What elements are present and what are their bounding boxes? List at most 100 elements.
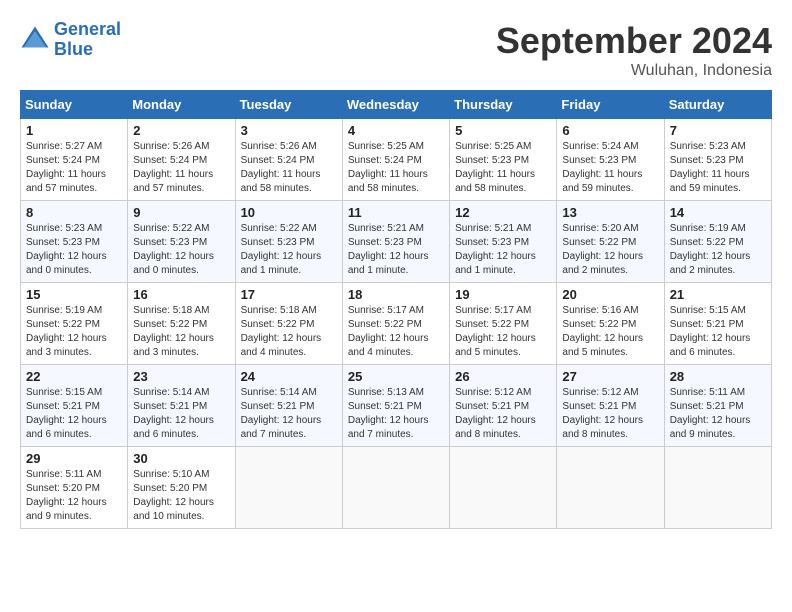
day-cell-14: 14 Sunrise: 5:19 AM Sunset: 5:22 PM Dayl… xyxy=(664,201,771,283)
day-info: Sunrise: 5:15 AM Sunset: 5:21 PM Dayligh… xyxy=(670,304,766,360)
col-wednesday: Wednesday xyxy=(342,91,449,119)
day-number: 8 xyxy=(26,205,122,220)
day-number: 4 xyxy=(348,123,444,138)
day-cell-7: 7 Sunrise: 5:23 AM Sunset: 5:23 PM Dayli… xyxy=(664,119,771,201)
day-cell-18: 18 Sunrise: 5:17 AM Sunset: 5:22 PM Dayl… xyxy=(342,283,449,365)
day-cell-19: 19 Sunrise: 5:17 AM Sunset: 5:22 PM Dayl… xyxy=(450,283,557,365)
day-number: 10 xyxy=(241,205,337,220)
day-number: 14 xyxy=(670,205,766,220)
empty-cell xyxy=(557,447,664,529)
col-monday: Monday xyxy=(128,91,235,119)
day-cell-2: 2 Sunrise: 5:26 AM Sunset: 5:24 PM Dayli… xyxy=(128,119,235,201)
day-number: 17 xyxy=(241,287,337,302)
day-number: 21 xyxy=(670,287,766,302)
day-number: 27 xyxy=(562,369,658,384)
header: General Blue September 2024 Wuluhan, Ind… xyxy=(20,20,772,80)
day-info: Sunrise: 5:10 AM Sunset: 5:20 PM Dayligh… xyxy=(133,468,229,524)
day-cell-6: 6 Sunrise: 5:24 AM Sunset: 5:23 PM Dayli… xyxy=(557,119,664,201)
day-number: 5 xyxy=(455,123,551,138)
day-cell-11: 11 Sunrise: 5:21 AM Sunset: 5:23 PM Dayl… xyxy=(342,201,449,283)
day-number: 2 xyxy=(133,123,229,138)
day-cell-30: 30 Sunrise: 5:10 AM Sunset: 5:20 PM Dayl… xyxy=(128,447,235,529)
day-cell-4: 4 Sunrise: 5:25 AM Sunset: 5:24 PM Dayli… xyxy=(342,119,449,201)
day-number: 18 xyxy=(348,287,444,302)
day-number: 28 xyxy=(670,369,766,384)
day-number: 16 xyxy=(133,287,229,302)
day-info: Sunrise: 5:13 AM Sunset: 5:21 PM Dayligh… xyxy=(348,386,444,442)
title-area: September 2024 Wuluhan, Indonesia xyxy=(496,20,772,80)
logo-text: General Blue xyxy=(54,20,121,60)
day-number: 7 xyxy=(670,123,766,138)
day-number: 25 xyxy=(348,369,444,384)
location-title: Wuluhan, Indonesia xyxy=(496,62,772,80)
day-cell-28: 28 Sunrise: 5:11 AM Sunset: 5:21 PM Dayl… xyxy=(664,365,771,447)
day-number: 3 xyxy=(241,123,337,138)
empty-cell xyxy=(664,447,771,529)
day-number: 23 xyxy=(133,369,229,384)
day-cell-5: 5 Sunrise: 5:25 AM Sunset: 5:23 PM Dayli… xyxy=(450,119,557,201)
day-number: 15 xyxy=(26,287,122,302)
day-info: Sunrise: 5:22 AM Sunset: 5:23 PM Dayligh… xyxy=(241,222,337,278)
day-number: 12 xyxy=(455,205,551,220)
day-number: 19 xyxy=(455,287,551,302)
day-number: 9 xyxy=(133,205,229,220)
day-number: 20 xyxy=(562,287,658,302)
logo-line2: Blue xyxy=(54,39,93,59)
day-cell-1: 1 Sunrise: 5:27 AM Sunset: 5:24 PM Dayli… xyxy=(21,119,128,201)
col-sunday: Sunday xyxy=(21,91,128,119)
day-number: 11 xyxy=(348,205,444,220)
day-info: Sunrise: 5:22 AM Sunset: 5:23 PM Dayligh… xyxy=(133,222,229,278)
day-info: Sunrise: 5:18 AM Sunset: 5:22 PM Dayligh… xyxy=(241,304,337,360)
day-cell-12: 12 Sunrise: 5:21 AM Sunset: 5:23 PM Dayl… xyxy=(450,201,557,283)
day-info: Sunrise: 5:20 AM Sunset: 5:22 PM Dayligh… xyxy=(562,222,658,278)
day-info: Sunrise: 5:21 AM Sunset: 5:23 PM Dayligh… xyxy=(348,222,444,278)
day-info: Sunrise: 5:12 AM Sunset: 5:21 PM Dayligh… xyxy=(562,386,658,442)
day-info: Sunrise: 5:12 AM Sunset: 5:21 PM Dayligh… xyxy=(455,386,551,442)
day-info: Sunrise: 5:14 AM Sunset: 5:21 PM Dayligh… xyxy=(241,386,337,442)
col-thursday: Thursday xyxy=(450,91,557,119)
col-friday: Friday xyxy=(557,91,664,119)
logo: General Blue xyxy=(20,20,121,60)
day-info: Sunrise: 5:25 AM Sunset: 5:24 PM Dayligh… xyxy=(348,140,444,196)
day-cell-10: 10 Sunrise: 5:22 AM Sunset: 5:23 PM Dayl… xyxy=(235,201,342,283)
empty-cell xyxy=(235,447,342,529)
day-cell-15: 15 Sunrise: 5:19 AM Sunset: 5:22 PM Dayl… xyxy=(21,283,128,365)
week-row: 1 Sunrise: 5:27 AM Sunset: 5:24 PM Dayli… xyxy=(21,119,772,201)
day-number: 13 xyxy=(562,205,658,220)
week-row: 22 Sunrise: 5:15 AM Sunset: 5:21 PM Dayl… xyxy=(21,365,772,447)
day-cell-22: 22 Sunrise: 5:15 AM Sunset: 5:21 PM Dayl… xyxy=(21,365,128,447)
day-number: 29 xyxy=(26,451,122,466)
logo-line1: General xyxy=(54,19,121,39)
calendar-body: 1 Sunrise: 5:27 AM Sunset: 5:24 PM Dayli… xyxy=(21,119,772,529)
calendar-table: Sunday Monday Tuesday Wednesday Thursday… xyxy=(20,90,772,529)
day-info: Sunrise: 5:14 AM Sunset: 5:21 PM Dayligh… xyxy=(133,386,229,442)
day-number: 22 xyxy=(26,369,122,384)
day-number: 1 xyxy=(26,123,122,138)
day-cell-13: 13 Sunrise: 5:20 AM Sunset: 5:22 PM Dayl… xyxy=(557,201,664,283)
day-cell-21: 21 Sunrise: 5:15 AM Sunset: 5:21 PM Dayl… xyxy=(664,283,771,365)
day-cell-23: 23 Sunrise: 5:14 AM Sunset: 5:21 PM Dayl… xyxy=(128,365,235,447)
day-number: 24 xyxy=(241,369,337,384)
day-info: Sunrise: 5:11 AM Sunset: 5:20 PM Dayligh… xyxy=(26,468,122,524)
week-row: 8 Sunrise: 5:23 AM Sunset: 5:23 PM Dayli… xyxy=(21,201,772,283)
logo-icon xyxy=(20,25,50,55)
day-info: Sunrise: 5:19 AM Sunset: 5:22 PM Dayligh… xyxy=(26,304,122,360)
day-info: Sunrise: 5:17 AM Sunset: 5:22 PM Dayligh… xyxy=(348,304,444,360)
day-number: 30 xyxy=(133,451,229,466)
day-info: Sunrise: 5:23 AM Sunset: 5:23 PM Dayligh… xyxy=(670,140,766,196)
day-cell-26: 26 Sunrise: 5:12 AM Sunset: 5:21 PM Dayl… xyxy=(450,365,557,447)
day-info: Sunrise: 5:23 AM Sunset: 5:23 PM Dayligh… xyxy=(26,222,122,278)
day-info: Sunrise: 5:24 AM Sunset: 5:23 PM Dayligh… xyxy=(562,140,658,196)
empty-cell xyxy=(450,447,557,529)
day-info: Sunrise: 5:27 AM Sunset: 5:24 PM Dayligh… xyxy=(26,140,122,196)
day-number: 6 xyxy=(562,123,658,138)
day-info: Sunrise: 5:26 AM Sunset: 5:24 PM Dayligh… xyxy=(133,140,229,196)
day-info: Sunrise: 5:15 AM Sunset: 5:21 PM Dayligh… xyxy=(26,386,122,442)
day-cell-17: 17 Sunrise: 5:18 AM Sunset: 5:22 PM Dayl… xyxy=(235,283,342,365)
week-row: 29 Sunrise: 5:11 AM Sunset: 5:20 PM Dayl… xyxy=(21,447,772,529)
month-title: September 2024 xyxy=(496,20,772,62)
day-info: Sunrise: 5:26 AM Sunset: 5:24 PM Dayligh… xyxy=(241,140,337,196)
day-info: Sunrise: 5:21 AM Sunset: 5:23 PM Dayligh… xyxy=(455,222,551,278)
col-saturday: Saturday xyxy=(664,91,771,119)
week-row: 15 Sunrise: 5:19 AM Sunset: 5:22 PM Dayl… xyxy=(21,283,772,365)
